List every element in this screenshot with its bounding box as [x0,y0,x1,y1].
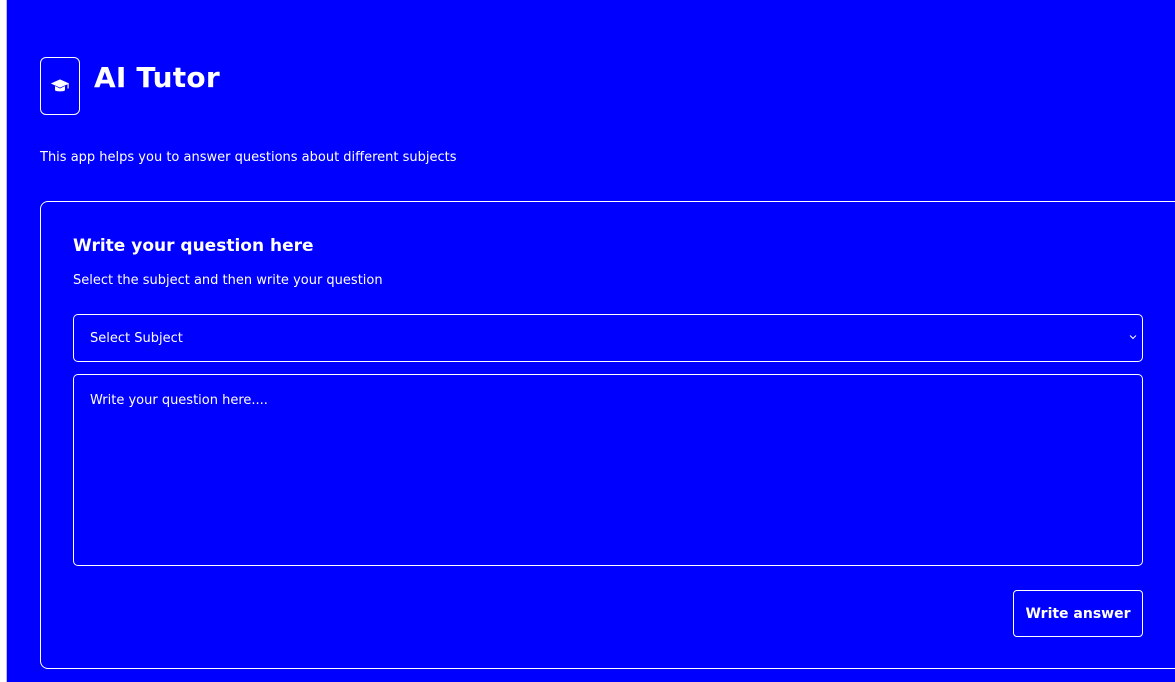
question-placeholder: Write your question here.... [90,393,268,408]
app-header: AI Tutor [40,57,220,115]
subject-select-value: Select Subject [90,330,183,346]
write-answer-button[interactable]: Write answer [1013,590,1143,637]
question-textarea[interactable]: Write your question here.... [73,374,1143,566]
graduation-cap-icon [50,79,70,92]
card-subtitle: Select the subject and then write your q… [73,273,383,288]
question-card: Write your question here Select the subj… [40,201,1175,669]
chevron-down-icon [1129,335,1137,340]
subject-select[interactable]: Select Subject [73,314,1143,362]
logo [40,57,80,115]
app-container: AI Tutor This app helps you to answer qu… [7,0,1175,682]
card-title: Write your question here [73,236,314,256]
app-subtitle: This app helps you to answer questions a… [40,150,457,165]
app-title: AI Tutor [94,61,220,94]
